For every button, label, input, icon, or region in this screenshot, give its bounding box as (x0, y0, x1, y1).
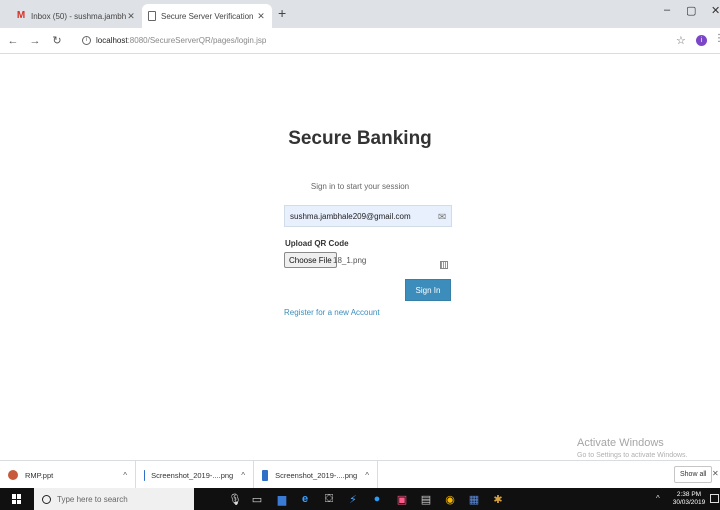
document-icon (148, 11, 156, 21)
browser-tab-strip: M Inbox (50) - sushma.jambhale20 ✕ Secur… (0, 0, 720, 28)
windows-start-icon[interactable] (12, 494, 22, 504)
download-item[interactable]: RMP.ppt ^ (0, 461, 136, 489)
email-field[interactable] (284, 205, 452, 227)
minimize-icon[interactable]: – (664, 4, 670, 16)
url-host: localhost (96, 36, 128, 45)
download-item[interactable]: Screenshot_2019-....png ^ (136, 461, 254, 489)
gmail-icon: M (16, 10, 26, 21)
new-tab-icon[interactable]: + (278, 5, 286, 21)
download-file-name: Screenshot_2019-....png (275, 470, 358, 480)
register-link[interactable]: Register for a new Account (284, 308, 380, 317)
sign-in-button[interactable]: Sign In (405, 279, 451, 301)
maximize-icon[interactable]: ▢ (686, 4, 696, 17)
store-icon[interactable]: ⛋ (322, 492, 336, 506)
file-explorer-icon[interactable]: ▆ (275, 492, 289, 506)
info-icon[interactable]: i (82, 36, 91, 45)
reload-icon[interactable]: ↻ (48, 34, 66, 47)
clock-time: 2:38 PM (676, 491, 702, 498)
edge-icon[interactable]: e (298, 492, 312, 506)
powerpoint-file-icon (8, 470, 18, 480)
page-title: Secure Banking (288, 128, 432, 149)
close-shelf-icon[interactable]: ✕ (712, 469, 719, 478)
close-tab-icon[interactable]: ✕ (256, 11, 266, 22)
app-bolt-icon[interactable]: ⚡ (346, 492, 360, 506)
tab-secure-server-verification[interactable]: Secure Server Verification ✕ (142, 4, 272, 28)
taskbar-clock[interactable]: 2:38 PM 30/03/2019 (672, 491, 706, 507)
taskbar-search-box[interactable]: Type here to search (34, 488, 194, 510)
close-tab-icon[interactable]: ✕ (126, 11, 136, 22)
download-file-name: RMP.ppt (25, 470, 54, 480)
notification-icon[interactable] (710, 494, 719, 503)
choose-file-button[interactable]: Choose File (284, 252, 337, 268)
task-view-icon[interactable]: ▭ (250, 492, 264, 506)
upload-qr-label: Upload QR Code (285, 239, 349, 248)
qr-code-icon (440, 261, 448, 269)
microphone-icon[interactable]: 🎙 (228, 492, 242, 506)
selected-file-name: 18_1.png (333, 256, 367, 265)
download-shelf: RMP.ppt ^ Screenshot_2019-....png ^ Scre… (0, 460, 720, 489)
image-file-icon (262, 469, 269, 481)
login-subtitle: Sign in to start your session (310, 182, 410, 191)
show-all-button[interactable]: Show all (674, 466, 713, 483)
download-item[interactable]: Screenshot_2019-....png ^ (254, 461, 378, 489)
tray-expand-icon[interactable]: ^ (656, 494, 660, 503)
forward-icon[interactable]: → (26, 35, 44, 47)
browser-toolbar: ← → ↻ i localhost:8080/SecureServerQR/pa… (0, 28, 720, 54)
chevron-up-icon[interactable]: ^ (241, 471, 245, 480)
close-window-icon[interactable]: ✕ (711, 4, 720, 17)
app-document-icon[interactable]: ▦ (467, 492, 481, 506)
address-bar[interactable]: localhost:8080/SecureServerQR/pages/logi… (96, 36, 266, 45)
chrome-icon[interactable]: ◉ (443, 492, 457, 506)
app-window-icon[interactable]: ▤ (419, 492, 433, 506)
app-gear-icon[interactable]: ✱ (491, 492, 505, 506)
chevron-up-icon[interactable]: ^ (365, 471, 369, 480)
screen: M Inbox (50) - sushma.jambhale20 ✕ Secur… (0, 0, 720, 510)
activate-windows-title: Activate Windows (577, 437, 664, 449)
profile-avatar[interactable]: i (696, 35, 707, 46)
tab-title: Inbox (50) - sushma.jambhale20 (31, 11, 126, 21)
activate-windows-subtitle: Go to Settings to activate Windows. (577, 452, 688, 459)
envelope-icon: ✉ (438, 212, 447, 223)
chevron-up-icon[interactable]: ^ (123, 471, 127, 480)
back-icon[interactable]: ← (4, 35, 22, 47)
tab-gmail-inbox[interactable]: M Inbox (50) - sushma.jambhale20 ✕ (10, 4, 142, 28)
search-placeholder: Type here to search (57, 494, 128, 504)
cortana-icon (42, 494, 51, 504)
download-file-name: Screenshot_2019-....png (151, 470, 234, 480)
bookmark-star-icon[interactable]: ☆ (676, 34, 686, 47)
clock-date: 30/03/2019 (672, 499, 706, 506)
tab-title: Secure Server Verification (161, 11, 254, 21)
menu-kebab-icon[interactable]: ⋮ (714, 33, 720, 44)
url-path: :8080/SecureServerQR/pages/login.jsp (127, 36, 267, 45)
windows-taskbar: Type here to search 🎙 ▭ ▆ e ⛋ ⚡ ● ▣ ▤ ◉ … (0, 488, 720, 510)
app-photos-icon[interactable]: ▣ (395, 492, 409, 506)
app-circle-icon[interactable]: ● (370, 492, 384, 506)
